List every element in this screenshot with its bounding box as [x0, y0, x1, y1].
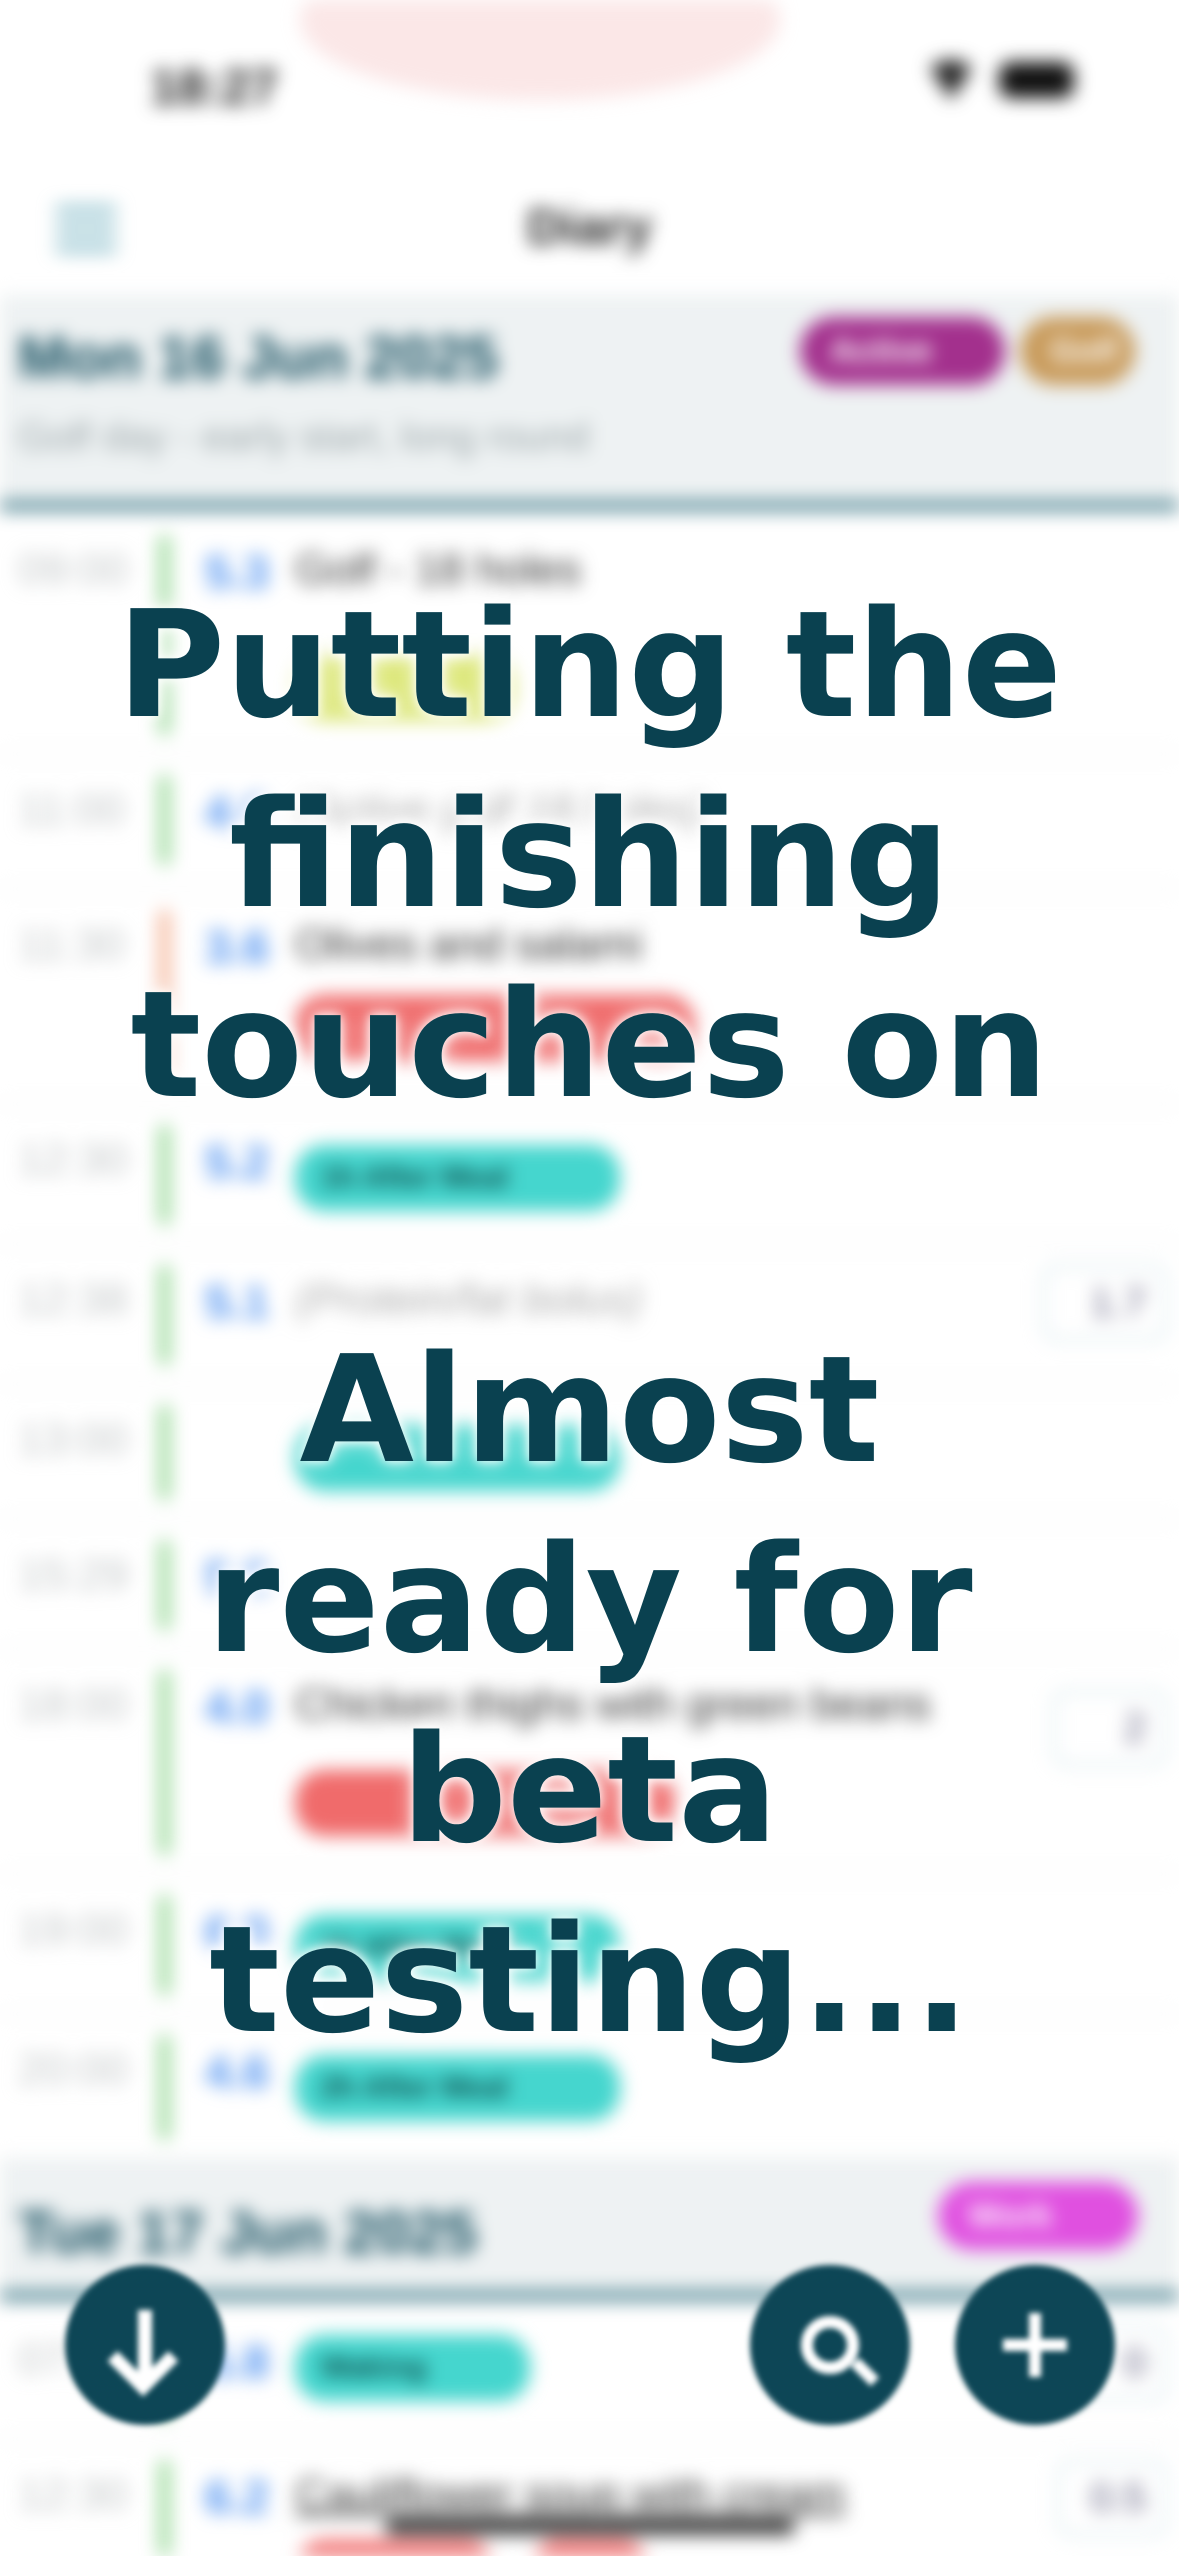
entry-glucose: 3.6: [205, 921, 269, 973]
search-button[interactable]: [750, 2265, 910, 2425]
entry-time: 12:30: [18, 2470, 129, 2519]
entry-glucose: 5.6: [205, 1551, 269, 1603]
list-item[interactable]: 09:00 5.3 Golf - 18 holes: [0, 515, 1179, 755]
dose-box[interactable]: 1.7: [1042, 1265, 1167, 1341]
entry-time: 12:38: [18, 1275, 129, 1324]
list-item[interactable]: 20:00 4.6 2h After Meal: [0, 2015, 1179, 2160]
entry-text: Chicken thighs with green beans: [295, 1680, 931, 1729]
entry-bar: [160, 1405, 169, 1500]
entry-text: Golf - 18 holes: [295, 545, 582, 594]
list-item[interactable]: 12:30 5.2 1h After Meal: [0, 1105, 1179, 1245]
entry-time: 09:00: [18, 545, 129, 594]
day-header[interactable]: Mon 16 Jun 2025 Golf day - early start, …: [0, 295, 1179, 510]
scroll-down-button[interactable]: [65, 2265, 225, 2425]
arrow-down-icon: [138, 2310, 152, 2380]
tag-pill: [295, 2540, 495, 2556]
entry-text: (Protein/fat bolus): [295, 1275, 643, 1324]
wifi-icon: [925, 60, 977, 100]
entry-bar: [160, 2460, 169, 2556]
entry-time: 20:00: [18, 2045, 129, 2094]
day-date: Mon 16 Jun 2025: [18, 324, 499, 391]
list-item[interactable]: 18:00 4.0 Chicken thighs with green bean…: [0, 1650, 1179, 1875]
entry-bar: [160, 2035, 169, 2140]
tag-pill: 1h After Meal: [295, 1145, 620, 1211]
entry-time: 13:00: [18, 1415, 129, 1464]
day-date: Tue 17 Jun 2025: [18, 2199, 478, 2266]
status-bar: 18:27: [0, 0, 1179, 170]
status-icons: [925, 60, 1074, 100]
entry-bar: [160, 1540, 169, 1630]
entry-glucose: 5.1: [205, 1276, 269, 1328]
list-item[interactable]: 19:00 6.0 1h After Meal: [0, 1875, 1179, 2015]
entry-bar: [160, 775, 169, 865]
entry-glucose: 6.2: [205, 2471, 269, 2523]
list-item[interactable]: 13:00: [0, 1385, 1179, 1520]
entry-time: 18:00: [18, 1680, 129, 1729]
entry-time: 11:30: [18, 920, 125, 969]
entry-time: 15:29: [18, 1550, 129, 1599]
entry-glucose: 4.6: [205, 2046, 269, 2098]
entry-bar: [160, 1895, 169, 1995]
tag-pill: Waking: [295, 2335, 530, 2401]
dose-box[interactable]: 0.5: [1057, 2460, 1167, 2536]
entry-bar: [160, 910, 169, 1080]
list-item[interactable]: 11:00 4.6 (Active golf 18 holes): [0, 755, 1179, 890]
entry-glucose: 6.0: [205, 1906, 269, 1958]
search-icon: [801, 2316, 859, 2374]
list-item[interactable]: 11:30 3.6 Olives and salami: [0, 890, 1179, 1105]
entry-glucose: 5.2: [205, 1136, 269, 1188]
active-badge: Active: [800, 317, 1005, 385]
tag-pill: [295, 1425, 620, 1491]
work-badge: Work: [938, 2182, 1138, 2250]
tag-pill: 2h After Meal: [295, 2055, 620, 2121]
plus-icon: [1003, 2313, 1067, 2377]
entry-text: Cauliflower soup with cream: [295, 2470, 846, 2519]
nav-bar: Diary: [0, 170, 1179, 290]
page-title: Diary: [526, 199, 653, 255]
battery-icon: [999, 62, 1074, 98]
tag-pill: [295, 655, 515, 721]
tag-pill: [295, 995, 695, 1061]
entry-bar: [160, 1670, 169, 1855]
add-entry-button[interactable]: [955, 2265, 1115, 2425]
entry-time: 11:00: [18, 785, 125, 834]
tag-pill: [530, 2540, 650, 2556]
entry-glucose: 5.3: [205, 546, 269, 598]
entry-text: Olives and salami: [295, 920, 643, 969]
entry-glucose: 4.0: [205, 1681, 269, 1733]
dose-box[interactable]: 2: [1052, 1690, 1167, 1766]
entry-bar: [160, 535, 169, 735]
list-item[interactable]: 15:29 5.6: [0, 1520, 1179, 1650]
entry-time: 12:30: [18, 1135, 129, 1184]
entry-text: (Active golf 18 holes): [295, 785, 706, 834]
diary-screen: 18:27 Diary Mon 16 Jun 2025 Golf day - e…: [0, 0, 1179, 2556]
list-item[interactable]: 12:30 6.2 Cauliflower soup with cream 0.…: [0, 2440, 1179, 2556]
entry-bar: [160, 1125, 169, 1225]
day-note: Golf day - early start, long round: [18, 415, 590, 459]
entry-time: 19:00: [18, 1905, 129, 1954]
entry-bar: [160, 1265, 169, 1365]
tag-pill: [295, 1770, 675, 1836]
status-time: 18:27: [150, 59, 278, 115]
entry-glucose: 4.6: [205, 786, 269, 838]
golf-badge: Golf: [1020, 317, 1135, 385]
home-indicator: [385, 2520, 795, 2534]
tag-pill: 1h After Meal: [295, 1915, 620, 1981]
list-item[interactable]: 12:38 5.1 (Protein/fat bolus) 1.7: [0, 1245, 1179, 1385]
